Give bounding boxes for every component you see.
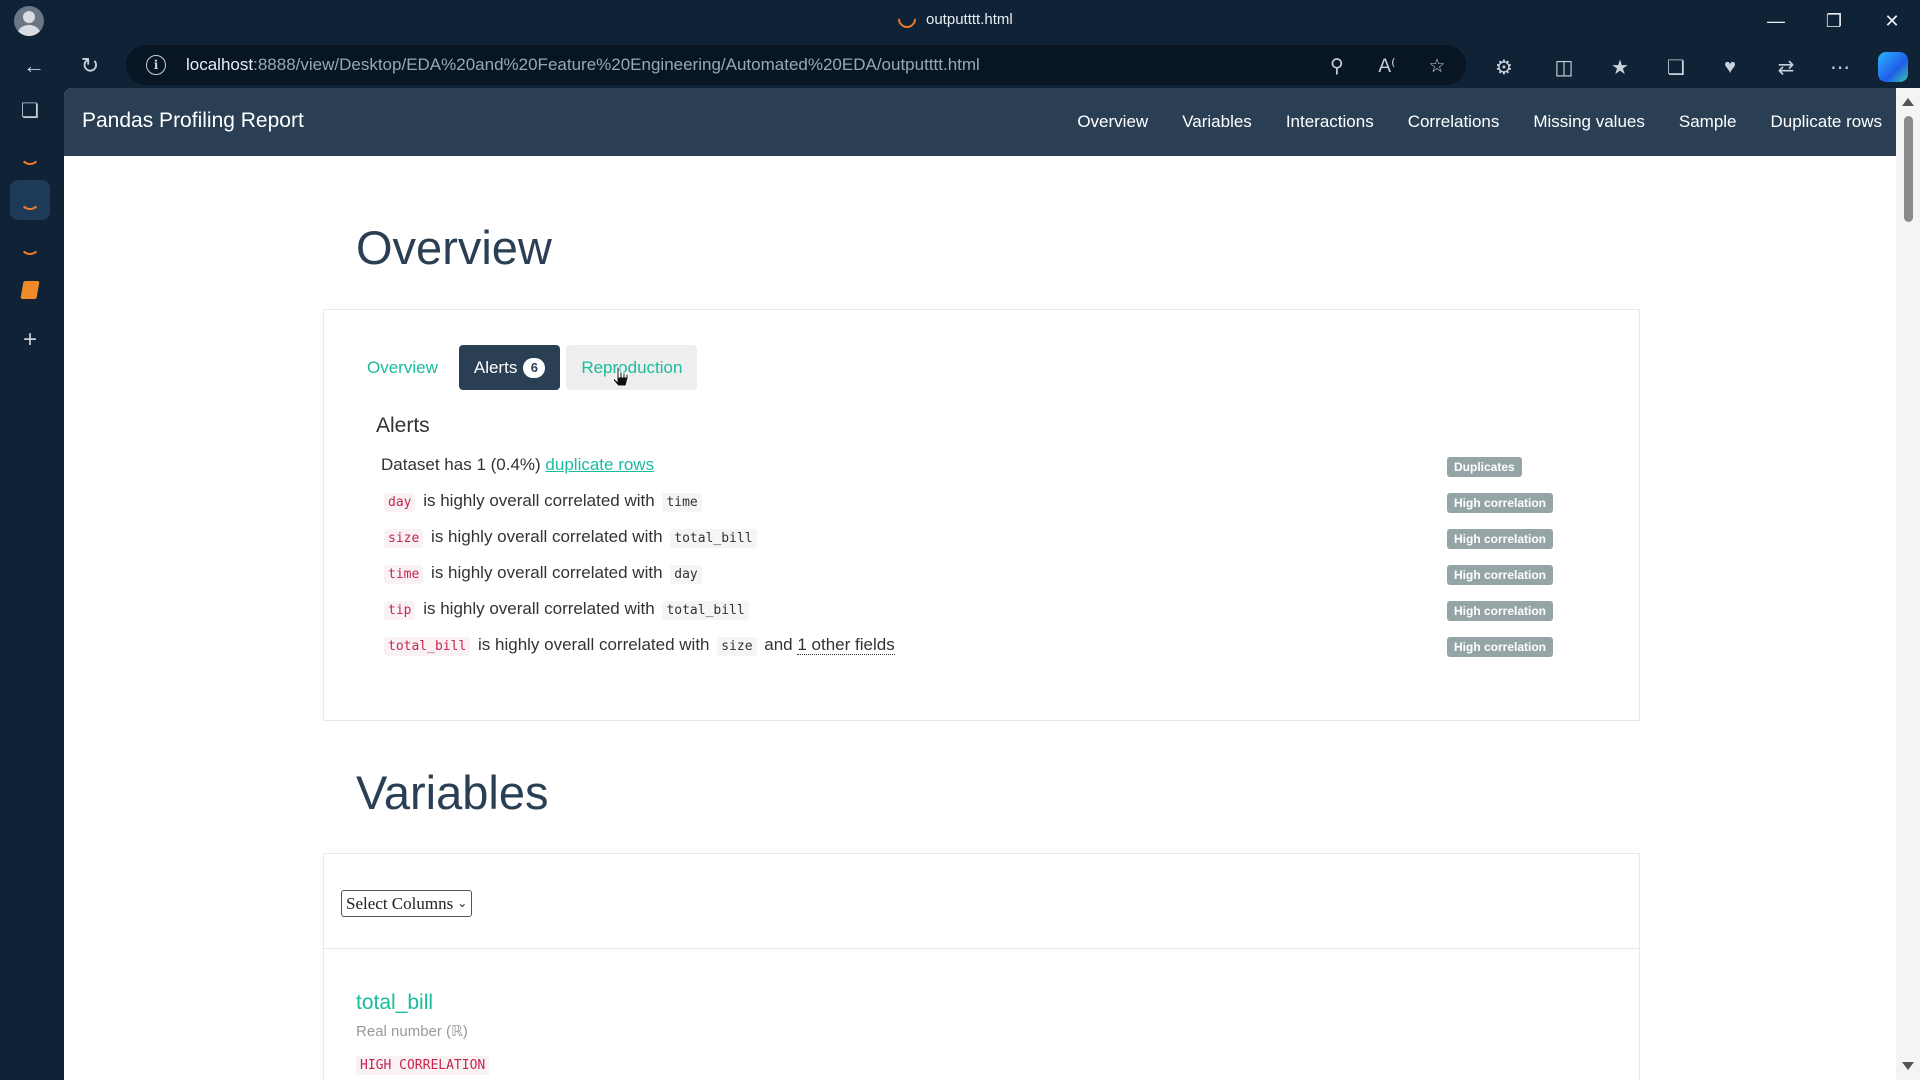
nav-interactions[interactable]: Interactions xyxy=(1286,112,1374,132)
variable-alert-badge: HIGH CORRELATION xyxy=(356,1056,490,1075)
variable-code[interactable]: time xyxy=(384,565,424,584)
variable-code[interactable]: day xyxy=(384,493,416,512)
alert-label: High correlation xyxy=(1447,529,1554,549)
refresh-icon[interactable]: ↻ xyxy=(74,50,106,82)
split-screen-icon[interactable]: ◫ xyxy=(1550,53,1578,81)
overview-tabs: Overview Alerts 6 Reproduction xyxy=(352,345,698,390)
page-viewport: Pandas Profiling Report Overview Variabl… xyxy=(64,88,1920,1080)
nav-sample[interactable]: Sample xyxy=(1679,112,1737,132)
alert-label: High correlation xyxy=(1447,493,1554,513)
address-bar[interactable]: i localhost:8888/view/Desktop/EDA%20and%… xyxy=(126,45,1466,85)
nav-duplicate-rows[interactable]: Duplicate rows xyxy=(1771,112,1883,132)
share-icon[interactable]: ⇄ xyxy=(1772,53,1800,81)
variables-heading: Variables xyxy=(356,766,549,819)
tab-actions-icon[interactable]: ❏ xyxy=(10,90,50,130)
tab-title-text: outputttt.html xyxy=(926,10,1013,28)
zoom-icon[interactable]: ⚲ xyxy=(1324,53,1350,79)
read-aloud-icon[interactable]: A⁽ xyxy=(1374,53,1400,79)
report-navbar: Pandas Profiling Report Overview Variabl… xyxy=(64,88,1896,156)
duplicate-rows-link[interactable]: duplicate rows xyxy=(545,455,654,474)
variable-code: time xyxy=(662,493,702,512)
overview-card: Overview Alerts 6 Reproduction Alerts Da… xyxy=(323,309,1640,721)
variable-type: Real number (ℝ) xyxy=(356,1023,468,1040)
restore-button[interactable]: ❐ xyxy=(1806,0,1862,42)
favorite-star-icon[interactable]: ☆ xyxy=(1424,53,1450,79)
extensions-icon[interactable]: ⚙ xyxy=(1490,53,1518,81)
scroll-down-icon[interactable] xyxy=(1902,1062,1914,1070)
alert-row: day is highly overall correlated with ti… xyxy=(381,489,1561,515)
variables-select-card: Select Columns ⌄ xyxy=(323,853,1640,949)
alert-label: Duplicates xyxy=(1447,457,1522,477)
alerts-title: Alerts xyxy=(376,414,430,437)
tab-loading-1[interactable] xyxy=(10,135,50,175)
alert-label: High correlation xyxy=(1447,637,1554,657)
vertical-tabs: ❏ + xyxy=(0,88,64,1080)
site-info-icon[interactable]: i xyxy=(146,55,166,75)
tab-reproduction[interactable]: Reproduction xyxy=(566,345,698,390)
close-window-button[interactable]: ✕ xyxy=(1864,0,1920,42)
nav-missing-values[interactable]: Missing values xyxy=(1533,112,1645,132)
new-tab-plus-icon[interactable]: + xyxy=(10,320,50,360)
variable-code: total_bill xyxy=(670,529,757,548)
address-row: ← ↻ i localhost:8888/view/Desktop/EDA%20… xyxy=(0,42,1920,88)
variable-code[interactable]: total_bill xyxy=(384,637,471,656)
alert-label: High correlation xyxy=(1447,601,1554,621)
profile-avatar[interactable] xyxy=(14,6,44,36)
variable-code: total_bill xyxy=(662,601,749,620)
tab-overview[interactable]: Overview xyxy=(352,345,453,390)
report-nav-links: Overview Variables Interactions Correlat… xyxy=(1077,112,1882,132)
tab-loading-active[interactable] xyxy=(10,180,50,220)
variable-code[interactable]: tip xyxy=(384,601,416,620)
alert-row: size is highly overall correlated with t… xyxy=(381,525,1561,551)
nav-overview[interactable]: Overview xyxy=(1077,112,1148,132)
alert-label: High correlation xyxy=(1447,565,1554,585)
browser-essentials-icon[interactable]: ♥ xyxy=(1716,53,1744,81)
tab-alerts[interactable]: Alerts 6 xyxy=(458,345,561,390)
other-fields-link[interactable]: 1 other fields xyxy=(797,635,895,655)
chevron-down-icon: ⌄ xyxy=(457,896,468,910)
url-text[interactable]: localhost:8888/view/Desktop/EDA%20and%20… xyxy=(186,55,980,75)
report-brand[interactable]: Pandas Profiling Report xyxy=(82,109,304,133)
alert-row: time is highly overall correlated with d… xyxy=(381,561,1561,587)
tab-book[interactable] xyxy=(10,270,50,310)
variable-code: size xyxy=(717,637,757,656)
favorites-icon[interactable]: ★ xyxy=(1606,53,1634,81)
book-icon xyxy=(20,281,40,299)
tab-alerts-label: Alerts xyxy=(473,357,518,377)
alert-row: total_bill is highly overall correlated … xyxy=(381,633,1561,659)
loading-spinner-icon xyxy=(894,6,920,32)
scroll-up-icon[interactable] xyxy=(1902,98,1914,106)
browser-titlebar: outputttt.html — ❐ ✕ xyxy=(0,0,1920,42)
variable-card xyxy=(323,948,1640,1080)
minimize-button[interactable]: — xyxy=(1748,0,1804,42)
tab-loading-3[interactable] xyxy=(10,225,50,265)
back-icon[interactable]: ← xyxy=(18,50,50,82)
nav-correlations[interactable]: Correlations xyxy=(1408,112,1500,132)
page-scrollbar[interactable] xyxy=(1896,88,1920,1080)
variable-name-link[interactable]: total_bill xyxy=(356,991,433,1015)
variable-code: day xyxy=(670,565,702,584)
alert-row: tip is highly overall correlated with to… xyxy=(381,597,1561,623)
variable-code[interactable]: size xyxy=(384,529,424,548)
overview-heading: Overview xyxy=(356,221,552,274)
scrollbar-thumb[interactable] xyxy=(1904,116,1913,222)
alerts-count-badge: 6 xyxy=(523,357,546,378)
collections-icon[interactable]: ❏ xyxy=(1662,53,1690,81)
active-tab[interactable]: outputttt.html xyxy=(894,6,1013,32)
nav-variables[interactable]: Variables xyxy=(1182,112,1252,132)
copilot-icon[interactable] xyxy=(1878,52,1908,82)
alert-row: Dataset has 1 (0.4%) duplicate rows Dupl… xyxy=(381,453,1561,479)
more-menu-icon[interactable]: ⋯ xyxy=(1826,53,1854,81)
select-columns-dropdown[interactable]: Select Columns ⌄ xyxy=(341,890,473,917)
